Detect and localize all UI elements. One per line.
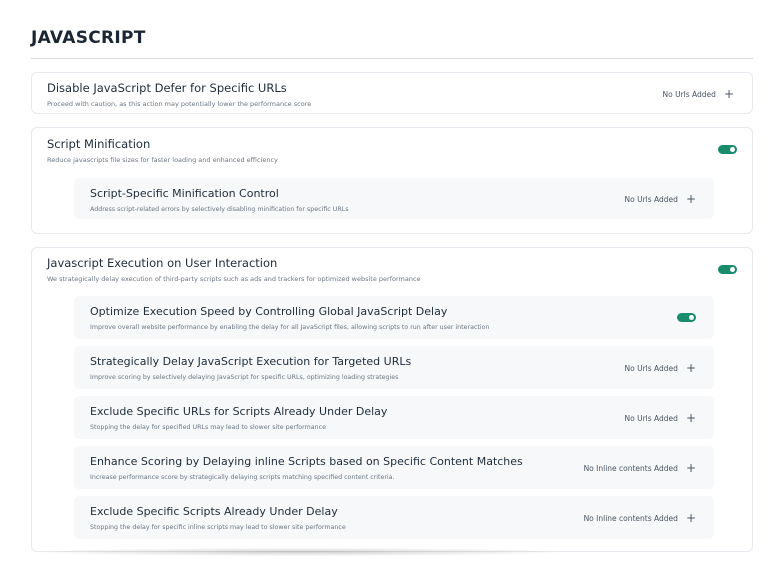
targeted-urls-description: Improve scoring by selectively delaying … (90, 374, 399, 381)
inline-content-status: No Inline contents Added (583, 463, 678, 473)
plus-icon: + (685, 411, 696, 425)
exclude-scripts-description: Stopping the delay for specific inline s… (90, 524, 346, 531)
plus-icon: + (685, 361, 696, 375)
plus-icon: + (685, 461, 696, 475)
section-title: JAVASCRIPT (31, 28, 146, 48)
minification-status: No Urls Added (624, 194, 678, 204)
global-delay-title: Optimize Execution Speed by Controlling … (90, 305, 448, 318)
plus-icon: + (685, 192, 696, 206)
targeted-urls-add-button[interactable]: No Urls Added + (625, 362, 697, 374)
exclude-urls-title: Exclude Specific URLs for Scripts Alread… (90, 405, 388, 418)
minification-toggle[interactable] (718, 145, 737, 154)
plus-icon: + (723, 87, 734, 101)
minification-title: Script Minification (47, 137, 151, 151)
global-delay-panel: Optimize Execution Speed by Controlling … (74, 296, 714, 339)
exclude-urls-description: Stopping the delay for specified URLs ma… (90, 424, 326, 431)
defer-add-urls-button[interactable]: No Urls Added + (663, 88, 735, 100)
defer-title: Disable JavaScript Defer for Specific UR… (47, 81, 287, 95)
exclude-scripts-title: Exclude Specific Scripts Already Under D… (90, 505, 338, 518)
targeted-urls-panel: Strategically Delay JavaScript Execution… (74, 346, 714, 389)
execution-toggle[interactable] (718, 265, 737, 274)
exclude-urls-add-button[interactable]: No Urls Added + (625, 412, 697, 424)
exclude-scripts-panel: Exclude Specific Scripts Already Under D… (74, 496, 714, 539)
inline-content-panel: Enhance Scoring by Delaying inline Scrip… (74, 446, 714, 489)
exclude-scripts-add-button[interactable]: No Inline contents Added + (584, 512, 696, 524)
minification-control-panel: Script-Specific Minification Control Add… (74, 178, 714, 219)
exclude-urls-status: No Urls Added (624, 413, 678, 423)
execution-card: Javascript Execution on User Interaction… (31, 247, 753, 552)
minification-control-title: Script-Specific Minification Control (90, 187, 279, 200)
minification-card: Script Minification Reduce javascripts f… (31, 127, 753, 234)
minification-add-urls-button[interactable]: No Urls Added + (625, 193, 697, 205)
targeted-urls-title: Strategically Delay JavaScript Execution… (90, 355, 412, 368)
defer-status: No Urls Added (662, 89, 716, 99)
execution-title: Javascript Execution on User Interaction (47, 256, 278, 270)
plus-icon: + (685, 511, 696, 525)
exclude-scripts-status: No Inline contents Added (583, 513, 678, 523)
inline-content-add-button[interactable]: No Inline contents Added + (584, 462, 696, 474)
global-delay-description: Improve overall website performance by e… (90, 324, 490, 331)
targeted-urls-status: No Urls Added (624, 363, 678, 373)
defer-card: Disable JavaScript Defer for Specific UR… (31, 72, 753, 114)
exclude-urls-panel: Exclude Specific URLs for Scripts Alread… (74, 396, 714, 439)
inline-content-description: Increase performance score by strategica… (90, 474, 395, 481)
minification-control-description: Address script-related errors by selecti… (90, 206, 349, 213)
global-delay-toggle[interactable] (677, 313, 696, 322)
defer-description: Proceed with caution, as this action may… (47, 100, 312, 108)
section-divider (31, 58, 753, 59)
minification-description: Reduce javascripts file sizes for faster… (47, 156, 278, 164)
execution-description: We strategically delay execution of thir… (47, 275, 421, 283)
inline-content-title: Enhance Scoring by Delaying inline Scrip… (90, 455, 523, 468)
bottom-shadow (40, 548, 560, 556)
